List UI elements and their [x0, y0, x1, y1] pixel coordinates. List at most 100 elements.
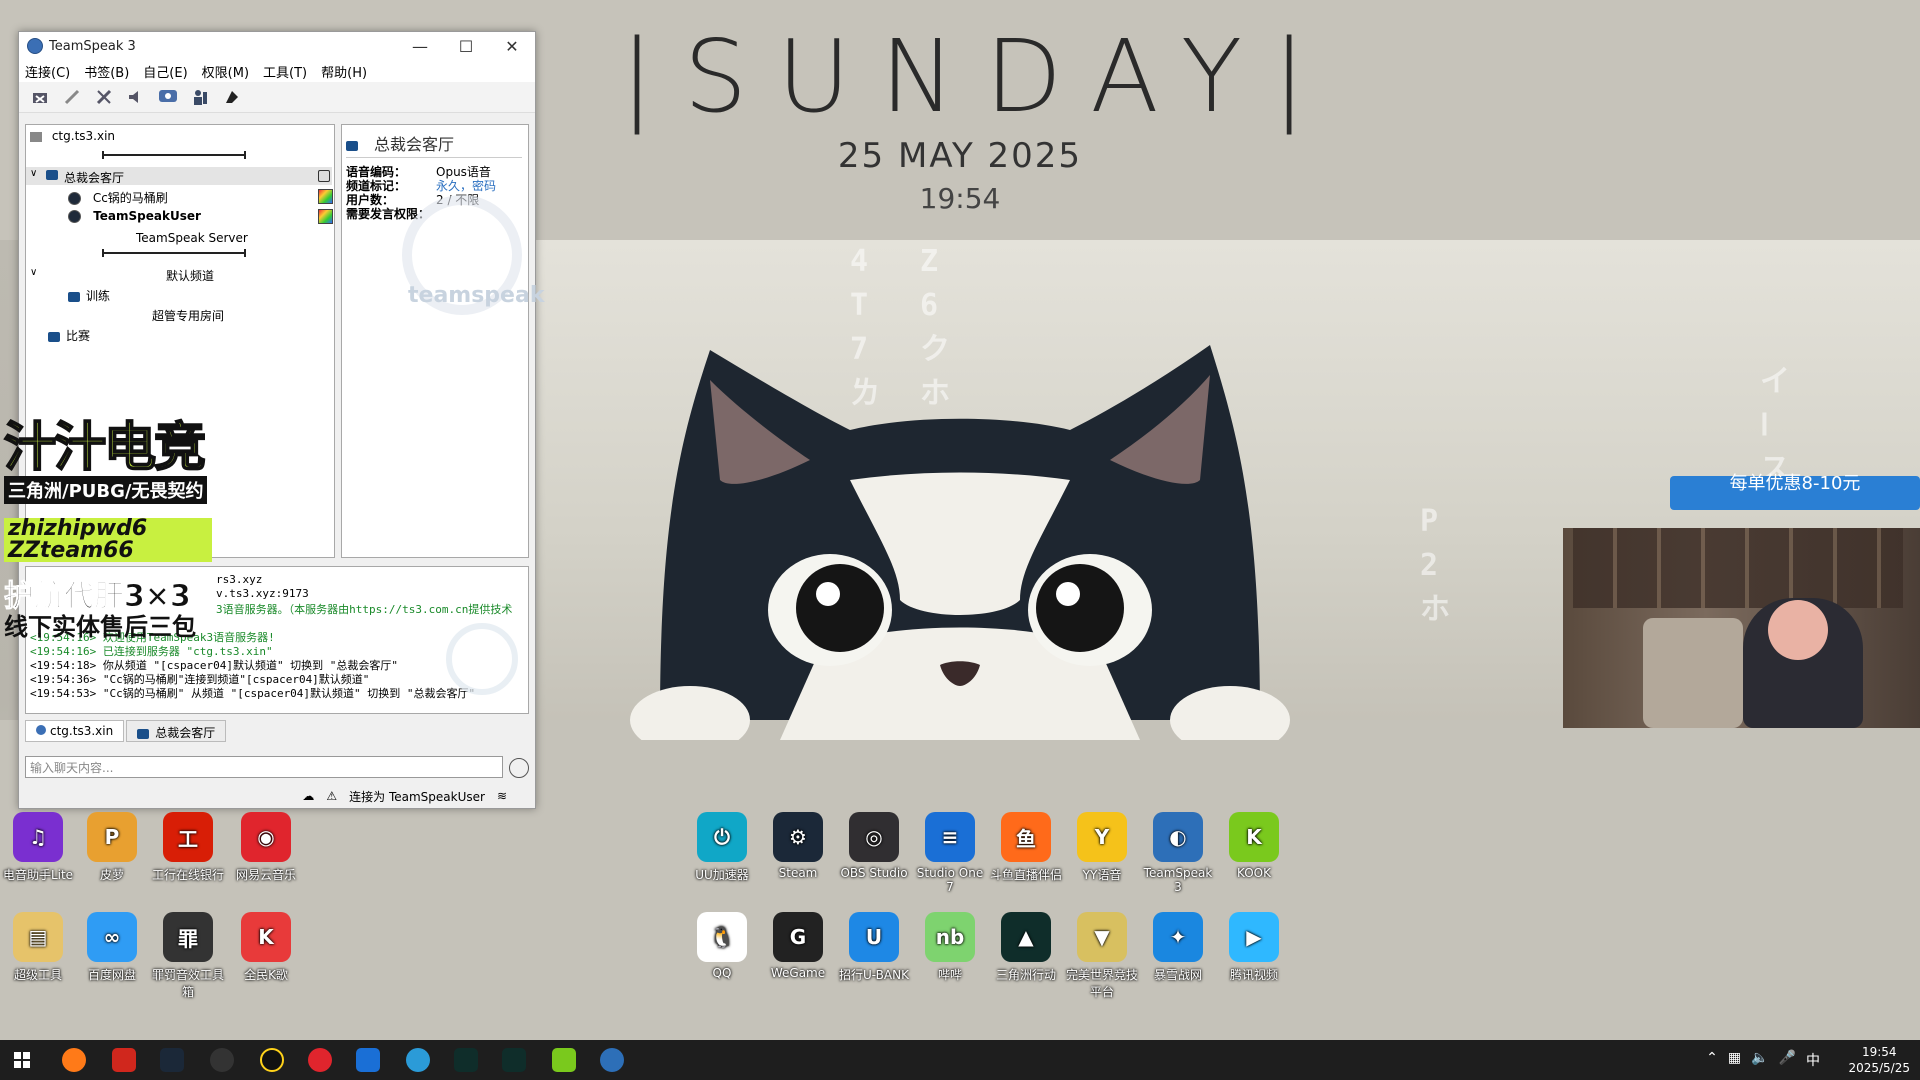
desktop-shortcut[interactable]: 工工行在线银行 [150, 812, 226, 883]
netease-taskbar-icon[interactable] [308, 1048, 332, 1072]
desktop-shortcut[interactable]: ♫ 电音助手Lite [0, 812, 76, 883]
start-windows-icon[interactable] [14, 1052, 30, 1068]
app-icon: K [1229, 812, 1279, 862]
studio-one-taskbar-icon[interactable] [356, 1048, 380, 1072]
menu-self[interactable]: 自己(E) [143, 62, 187, 81]
connect-icon[interactable] [29, 86, 51, 108]
microphone-icon[interactable]: 🎤 [1779, 1050, 1796, 1070]
desktop-shortcut[interactable]: ∞ 百度网盘 [74, 912, 150, 983]
network-icon[interactable]: ▦ [1728, 1050, 1741, 1070]
app-icon: ▶ [1229, 912, 1279, 962]
desktop-shortcut[interactable]: K 全民K歌 [228, 912, 304, 983]
menu-bookmarks[interactable]: 书签(B) [84, 62, 129, 81]
shortcut-label: 百度网盘 [87, 968, 136, 982]
cat-illustration [630, 345, 1290, 740]
minimize-button[interactable]: — [397, 37, 443, 56]
teamspeak-taskbar-icon[interactable] [600, 1048, 624, 1072]
expand-chevron-icon[interactable]: ∨ [30, 267, 37, 278]
teamspeak-icon [36, 725, 46, 735]
menu-permissions[interactable]: 权限(M) [202, 62, 249, 81]
kook-taskbar-icon[interactable] [552, 1048, 576, 1072]
webcam-shelf [1573, 528, 1903, 608]
delta-force-taskbar-icon-2[interactable] [502, 1048, 526, 1072]
disconnect-icon[interactable] [61, 86, 83, 108]
shortcut-label: 哔哔 [937, 968, 962, 982]
clock-day: |SUNDAY| [620, 18, 1336, 135]
desktop-shortcut[interactable]: G WeGame [760, 912, 836, 980]
desktop-shortcut[interactable]: 罪罪罚音效工具箱 [150, 912, 226, 1000]
channel-super[interactable]: 超管专用房间 [152, 307, 224, 324]
emoji-icon[interactable] [509, 758, 529, 778]
teamspeak-watermark-text: teamspeak [408, 283, 545, 308]
contacts-icon[interactable] [189, 86, 211, 108]
desktop-shortcut[interactable]: U 招行U-BANK [836, 912, 912, 983]
mute-microphone-icon[interactable] [93, 86, 115, 108]
steam-taskbar-icon[interactable] [160, 1048, 184, 1072]
desktop-shortcut[interactable]: ▲ 三角洲行动 [988, 912, 1064, 983]
channel-default[interactable]: 默认频道 [166, 267, 214, 284]
chat-line: 3语音服务器。（本服务器由https://ts3.com.cn提供技术 [216, 603, 513, 616]
clock-time: 19:54 [919, 182, 1001, 215]
tab-label: 总裁会客厅 [155, 726, 216, 740]
cloud-icon: ☁ [302, 789, 315, 803]
mute-speaker-icon[interactable] [125, 86, 147, 108]
app-icon: 工 [163, 812, 213, 862]
desktop-shortcut[interactable]: P 皮萝 [74, 812, 150, 883]
expand-chevron-icon[interactable]: ∨ [30, 168, 37, 179]
music-taskbar-icon[interactable] [260, 1048, 284, 1072]
channel-row-selected[interactable]: ∨ 总裁会客厅 [26, 167, 332, 185]
chevron-up-icon[interactable]: ⌃ [1706, 1050, 1718, 1070]
desktop-shortcut[interactable]: nb 哔哔 [912, 912, 988, 983]
chat-input[interactable]: 输入聊天内容... [25, 756, 503, 778]
user-row[interactable]: Cc锅的马桶刷 [68, 189, 168, 206]
tab-server[interactable]: ctg.ts3.xin [25, 720, 125, 742]
firefox-taskbar-icon[interactable] [62, 1048, 86, 1072]
user-name: TeamSpeakUser [93, 209, 201, 223]
app-icon: ∞ [87, 912, 137, 962]
ime-indicator[interactable]: 中 [1806, 1050, 1820, 1070]
desktop-shortcut[interactable]: ⚙ Steam [760, 812, 836, 880]
desktop-shortcut[interactable]: ⏻ UU加速器 [684, 812, 760, 883]
delta-force-taskbar-icon[interactable] [454, 1048, 478, 1072]
close-button[interactable]: ✕ [489, 37, 535, 56]
desktop-shortcut[interactable]: ◎ OBS Studio [836, 812, 912, 880]
obs-taskbar-icon[interactable] [210, 1048, 234, 1072]
menu-help[interactable]: 帮助(H) [321, 62, 367, 81]
title-bar[interactable]: TeamSpeak 3 — ☐ ✕ [19, 32, 535, 60]
user-row[interactable]: TeamSpeakUser [68, 209, 201, 223]
desktop-shortcut[interactable]: ≡ Studio One 7 [912, 812, 988, 894]
volume-icon[interactable]: 🔈 [1751, 1050, 1768, 1070]
maximize-button[interactable]: ☐ [443, 37, 489, 56]
app-icon: ♫ [13, 812, 63, 862]
window-title: TeamSpeak 3 [49, 38, 136, 54]
channel-row[interactable]: 比赛 [48, 327, 90, 344]
shortcut-label: TeamSpeak 3 [1143, 866, 1213, 894]
shortcut-label: UU加速器 [695, 868, 749, 882]
wps-taskbar-icon[interactable] [112, 1048, 136, 1072]
shortcut-label: 完美世界竞技平台 [1065, 968, 1138, 999]
tab-channel[interactable]: 总裁会客厅 [126, 720, 227, 742]
desktop-shortcut[interactable]: ✦ 暴雪战网 [1140, 912, 1216, 983]
tray-clock[interactable]: 19:54 2025/5/25 [1848, 1044, 1910, 1076]
desktop-shortcut[interactable]: Y YY语音 [1064, 812, 1140, 883]
permissions-icon[interactable] [221, 86, 243, 108]
desktop-shortcut[interactable]: ▤ 超级工具 [0, 912, 76, 983]
desktop-shortcut[interactable]: ◐ TeamSpeak 3 [1140, 812, 1216, 894]
desktop-shortcut[interactable]: ▶ 腾讯视频 [1216, 912, 1292, 983]
desktop-shortcut[interactable]: 鱼斗鱼直播伴侣 [988, 812, 1064, 883]
app-icon: ⚙ [773, 812, 823, 862]
edge-taskbar-icon[interactable] [406, 1048, 430, 1072]
desktop-shortcut[interactable]: ◉ 网易云音乐 [228, 812, 304, 883]
menu-connect[interactable]: 连接(C) [25, 62, 70, 81]
desktop-shortcut[interactable]: 🐧 QQ [684, 912, 760, 980]
channel-row[interactable]: 训练 [68, 287, 110, 304]
webcam-face [1768, 600, 1828, 660]
chat-line: <19:54:53> "Cc锅的马桶刷" 从频道 "[cspacer04]默认频… [30, 687, 476, 700]
channel-icon [137, 728, 150, 739]
server-row[interactable]: ctg.ts3.xin [30, 129, 115, 143]
connection-status: 连接为 TeamSpeakUser [349, 789, 485, 804]
menu-tools[interactable]: 工具(T) [263, 62, 307, 81]
desktop-shortcut[interactable]: ▼ 完美世界竞技平台 [1064, 912, 1140, 1000]
desktop-shortcut[interactable]: K KOOK [1216, 812, 1292, 880]
away-icon[interactable] [157, 86, 179, 108]
